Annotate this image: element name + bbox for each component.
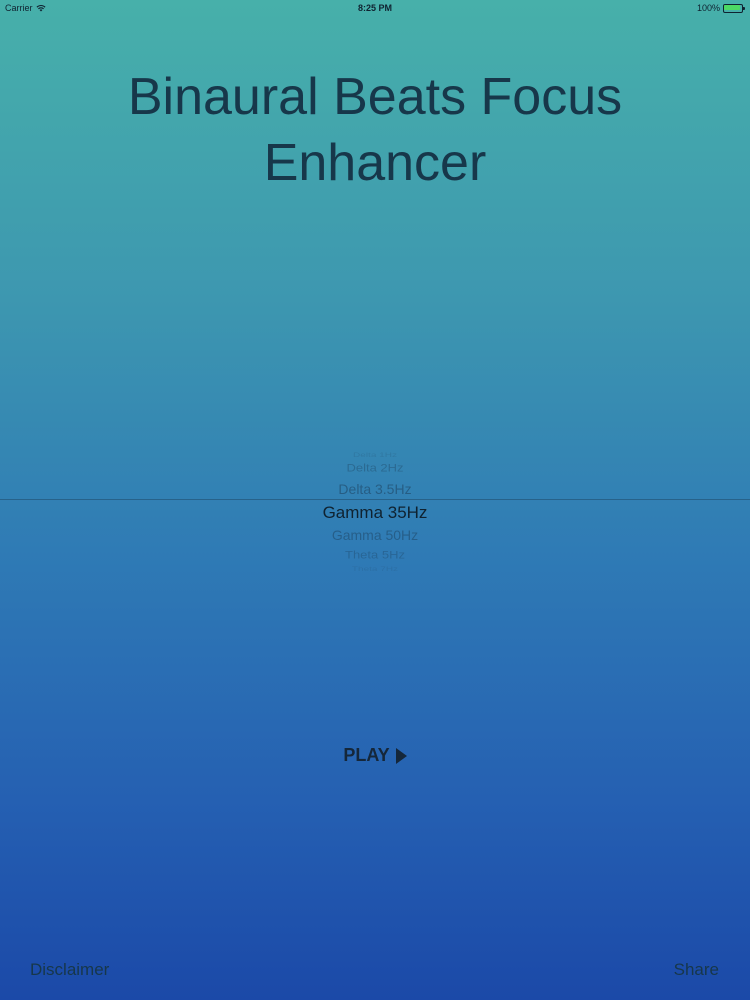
disclaimer-link[interactable]: Disclaimer bbox=[30, 960, 109, 980]
picker-row[interactable]: Theta 5Hz bbox=[0, 548, 750, 561]
battery-percent: 100% bbox=[696, 3, 720, 13]
app-title-line2: Enhancer bbox=[263, 134, 487, 192]
picker-row[interactable]: Gamma 50Hz bbox=[0, 527, 750, 543]
picker-row-selected[interactable]: Gamma 35Hz bbox=[0, 503, 750, 523]
battery-fill bbox=[724, 4, 740, 10]
app-title: Binaural Beats Focus Enhancer bbox=[0, 64, 750, 196]
play-button[interactable]: PLAY bbox=[0, 745, 750, 766]
picker-row[interactable]: Delta 2Hz bbox=[0, 461, 750, 474]
frequency-picker[interactable]: Delta 1Hz Delta 2Hz Delta 3.5Hz Gamma 35… bbox=[0, 446, 750, 576]
status-right: 100% bbox=[697, 3, 745, 13]
battery-icon bbox=[723, 3, 745, 13]
status-time: 8:25 PM bbox=[357, 3, 392, 13]
battery-tip bbox=[743, 6, 745, 10]
picker-selection-line bbox=[0, 499, 750, 500]
app-title-line1: Binaural Beats Focus bbox=[127, 68, 623, 126]
picker-row[interactable]: Theta 7Hz bbox=[0, 566, 750, 573]
status-bar: Carrier 8:25 PM 100% bbox=[0, 0, 750, 16]
play-icon bbox=[395, 747, 407, 764]
picker-row[interactable]: Delta 3.5Hz bbox=[0, 481, 750, 497]
share-link[interactable]: Share bbox=[674, 960, 719, 980]
picker-row[interactable]: Delta 1Hz bbox=[0, 452, 750, 459]
play-label: PLAY bbox=[343, 745, 390, 765]
